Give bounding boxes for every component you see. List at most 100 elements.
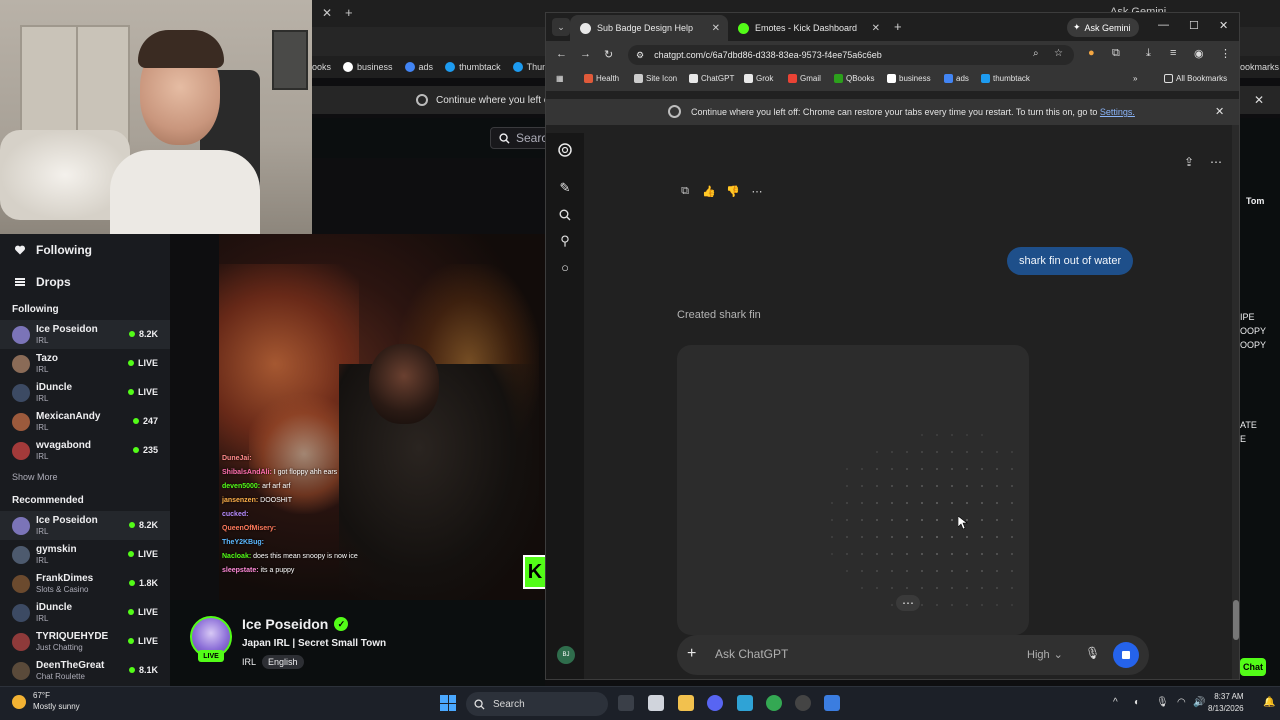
discord-icon[interactable] xyxy=(707,695,723,711)
tab-close-icon[interactable]: ✕ xyxy=(872,23,880,34)
all-bookmarks-button[interactable]: All Bookmarks xyxy=(1164,74,1227,83)
bookmark-star-icon[interactable]: ☆ xyxy=(1054,48,1063,59)
background-tab-close-icon[interactable]: ✕ xyxy=(322,6,332,20)
tray-chevron-up-icon[interactable]: ^ xyxy=(1113,697,1118,708)
thumbs-up-icon[interactable]: 👍 xyxy=(702,185,716,198)
bookmark-item[interactable]: business xyxy=(887,74,931,83)
file-icon[interactable] xyxy=(648,695,664,711)
channel-row[interactable]: iDuncle IRL LIVE xyxy=(0,378,170,407)
chat-button[interactable]: Chat xyxy=(1240,658,1266,676)
tray-app-icon[interactable]: ◐ xyxy=(1134,697,1140,708)
tab-manager-icon[interactable]: ≡ xyxy=(1170,47,1176,59)
zoom-icon[interactable]: ⌕ xyxy=(1033,48,1039,59)
taskbar-clock[interactable]: 8:37 AM 8/13/2026 xyxy=(1208,691,1244,715)
tab-sub-badge-design-help[interactable]: Sub Badge Design Help ✕ xyxy=(570,15,728,41)
background-bookmark[interactable]: ads xyxy=(404,62,433,72)
pin-icon[interactable]: ⚲ xyxy=(556,232,574,250)
chrome-app-icon[interactable] xyxy=(766,695,782,711)
weather-widget[interactable]: 67°F Mostly sunny xyxy=(33,690,80,712)
add-attachment-icon[interactable]: + xyxy=(687,645,696,663)
minimize-icon[interactable]: — xyxy=(1158,19,1169,31)
extensions-puzzle-icon[interactable]: ⧉ xyxy=(1112,47,1120,60)
streamer-name[interactable]: Ice Poseidon ✓ xyxy=(242,616,349,632)
user-avatar[interactable]: BJ xyxy=(557,646,575,664)
channel-row[interactable]: FrankDimes Slots & Casino 1.8K xyxy=(0,569,170,598)
reload-icon[interactable]: ↻ xyxy=(604,48,613,61)
window-close-icon[interactable]: ✕ xyxy=(1219,19,1228,32)
weather-sun-icon[interactable] xyxy=(12,695,26,709)
browser-app-icon[interactable] xyxy=(737,695,753,711)
notifications-icon[interactable]: 🔔 xyxy=(1263,697,1275,708)
background-all-bookmarks[interactable]: ookmarks xyxy=(1240,62,1279,72)
channel-row[interactable]: wvagabond IRL 235 xyxy=(0,436,170,465)
share-icon[interactable]: ⇪ xyxy=(1184,155,1194,169)
background-new-tab-icon[interactable]: + xyxy=(345,5,353,20)
composer-placeholder[interactable]: Ask ChatGPT xyxy=(715,647,788,661)
bookmark-item[interactable]: ChatGPT xyxy=(689,74,734,83)
reasoning-level-selector[interactable]: High ⌄ xyxy=(1027,648,1063,662)
sidebar-item-following[interactable]: Following xyxy=(0,234,170,266)
tab-close-icon[interactable]: ✕ xyxy=(712,23,720,34)
file-explorer-icon[interactable] xyxy=(678,695,694,711)
tab-emotes-kick-dashboard[interactable]: Emotes - Kick Dashboard ✕ xyxy=(728,15,888,41)
search-chats-icon[interactable] xyxy=(556,206,574,224)
channel-row[interactable]: Tazo IRL LIVE xyxy=(0,349,170,378)
thumbs-down-icon[interactable]: 👎 xyxy=(726,185,740,198)
kick-search-input[interactable]: Searc xyxy=(490,127,550,149)
profile-icon[interactable]: ◉ xyxy=(1194,47,1204,60)
more-options-icon[interactable]: ⋯ xyxy=(1210,155,1222,169)
windows-start-icon[interactable] xyxy=(440,695,456,711)
show-more-button[interactable]: Show More xyxy=(0,465,170,489)
bookmark-item[interactable]: thumbtack xyxy=(981,74,1030,83)
site-info-icon[interactable]: ⚙ xyxy=(636,50,644,61)
bookmarks-overflow-icon[interactable]: » xyxy=(1133,74,1137,83)
infobar-settings-link[interactable]: Settings. xyxy=(1100,107,1135,117)
maximize-icon[interactable]: ☐ xyxy=(1189,19,1199,32)
image-more-icon[interactable]: ⋯ xyxy=(896,595,920,611)
obs-icon[interactable] xyxy=(795,695,811,711)
tab-search-chevron-icon[interactable]: ⌄ xyxy=(552,18,570,36)
ask-gemini-button[interactable]: ✦ Ask Gemini xyxy=(1067,18,1139,37)
channel-row[interactable]: Ice Poseidon IRL 8.2K xyxy=(0,511,170,540)
new-chat-icon[interactable]: ✎ xyxy=(556,179,574,197)
tray-mic-icon[interactable]: 🎙 xyxy=(1156,697,1169,708)
background-bookmark[interactable]: thumbtack xyxy=(445,62,501,72)
scrollbar-thumb[interactable] xyxy=(1233,600,1239,640)
bookmark-item[interactable]: ads xyxy=(944,74,969,83)
openai-logo-icon[interactable] xyxy=(556,141,574,159)
generating-image-card[interactable]: ⋯ xyxy=(677,345,1029,635)
chat-composer[interactable]: + Ask ChatGPT High ⌄ 🎙 xyxy=(677,635,1149,675)
bookmark-item[interactable]: Health xyxy=(584,74,619,83)
download-icon[interactable]: ⤓ xyxy=(1146,47,1151,60)
bookmark-item[interactable]: Gmail xyxy=(788,74,821,83)
address-bar[interactable]: ⚙ chatgpt.com/c/6a7dbd86-d338-83ea-9573-… xyxy=(628,45,1074,65)
stream-category[interactable]: IRL xyxy=(242,657,256,667)
extension-icon[interactable]: ● xyxy=(1088,47,1095,59)
conversation-scrollbar[interactable] xyxy=(1232,125,1239,679)
channel-row[interactable]: DeenTheGreat Chat Roulette 8.1K xyxy=(0,656,170,685)
chrome-menu-icon[interactable]: ⋮ xyxy=(1220,47,1231,60)
more-actions-icon[interactable]: ⋯ xyxy=(751,185,763,198)
new-tab-icon[interactable]: + xyxy=(894,19,902,34)
task-view-icon[interactable] xyxy=(618,695,634,711)
stream-language-tag[interactable]: English xyxy=(262,655,304,669)
notepad-icon[interactable] xyxy=(824,695,840,711)
copy-icon[interactable]: ⧉ xyxy=(679,185,691,197)
back-icon[interactable]: ← xyxy=(556,48,567,60)
network-icon[interactable]: ◠ xyxy=(1177,697,1186,708)
channel-row[interactable]: Ice Poseidon IRL 8.2K xyxy=(0,320,170,349)
microphone-icon[interactable]: 🎙 xyxy=(1085,646,1100,660)
background-infobar-close-icon[interactable]: ✕ xyxy=(1254,93,1264,107)
channel-row[interactable]: MexicanAndy IRL 247 xyxy=(0,407,170,436)
bookmark-item[interactable]: Grok xyxy=(744,74,773,83)
bookmark-item[interactable]: Site Icon xyxy=(634,74,677,83)
channel-row[interactable]: iDuncle IRL LIVE xyxy=(0,598,170,627)
background-bookmark[interactable]: business xyxy=(343,62,393,72)
channel-row[interactable]: gymskin IRL LIVE xyxy=(0,540,170,569)
channel-row[interactable]: TYRIQUEHYDE Just Chatting LIVE xyxy=(0,627,170,656)
taskbar-search[interactable]: Search xyxy=(466,692,608,716)
bookmark-item[interactable]: QBooks xyxy=(834,74,874,83)
infobar-close-icon[interactable]: ✕ xyxy=(1215,105,1224,118)
apps-grid-icon[interactable]: ▦ xyxy=(556,74,564,83)
forward-icon[interactable]: → xyxy=(580,48,591,60)
